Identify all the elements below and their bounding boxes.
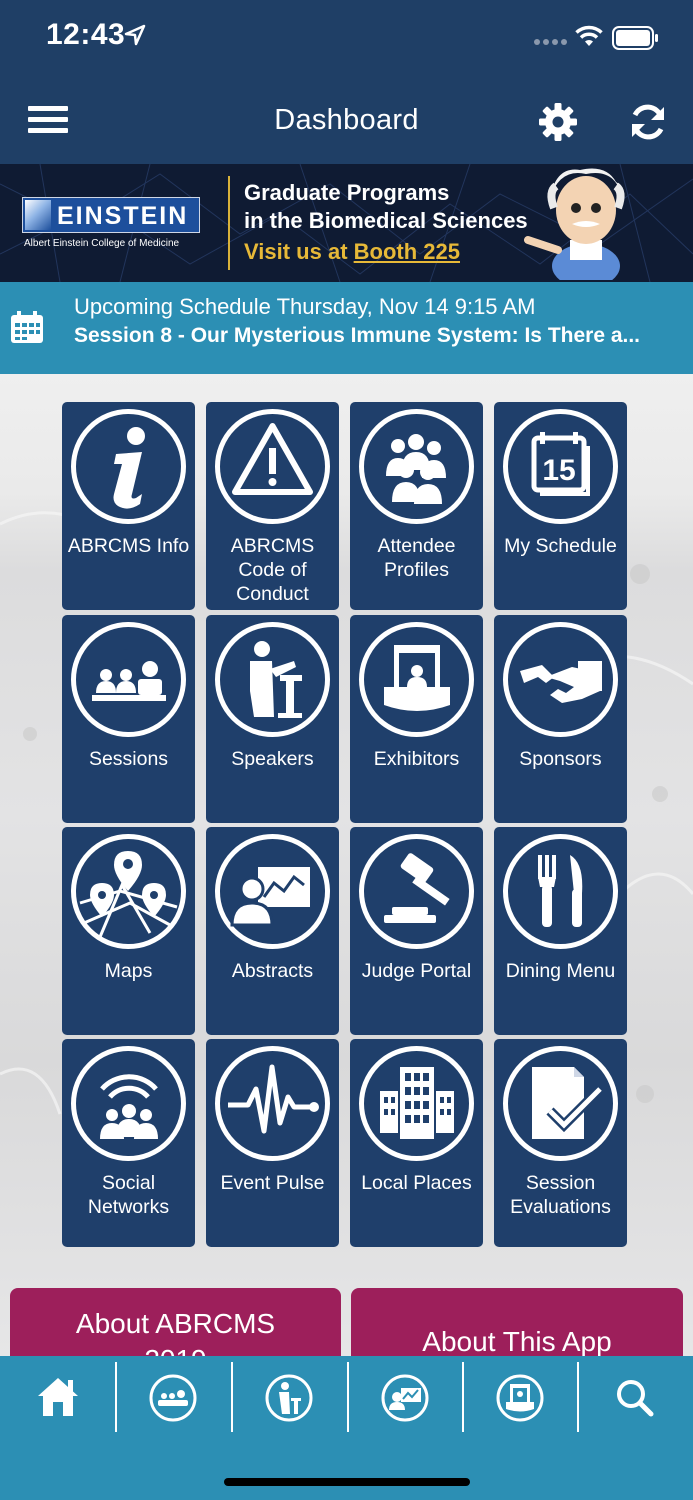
info-icon bbox=[71, 409, 186, 524]
tile-event-pulse[interactable]: Event Pulse bbox=[206, 1039, 339, 1247]
tile-label: ABRCMS Info bbox=[67, 535, 190, 557]
tile-abrcms-info[interactable]: ABRCMS Info bbox=[62, 402, 195, 610]
sponsor-banner[interactable]: EINSTEIN Albert Einstein College of Medi… bbox=[0, 164, 693, 282]
tile-label: Session Evaluations bbox=[510, 1172, 611, 1218]
about-app-label: About This App bbox=[422, 1326, 612, 1357]
tile-session-evaluations[interactable]: Session Evaluations bbox=[494, 1039, 627, 1247]
schedule-session-title: Session 8 - Our Mysterious Immune System… bbox=[74, 324, 641, 347]
tile-label: Sponsors bbox=[519, 748, 602, 770]
banner-booth-text: Visit us at Booth 225 bbox=[244, 239, 460, 264]
home-icon bbox=[38, 1378, 78, 1416]
wifi-icon bbox=[575, 25, 603, 46]
presentation-icon bbox=[215, 834, 330, 949]
tab-home[interactable] bbox=[0, 1356, 115, 1436]
tile-label: ABRCMS Code of Conduct bbox=[230, 535, 315, 605]
social-wifi-icon bbox=[71, 1046, 186, 1161]
exhibitors-tab-icon bbox=[496, 1374, 544, 1422]
upcoming-schedule-bar[interactable]: Upcoming Schedule Thursday, Nov 14 9:15 … bbox=[0, 282, 693, 374]
banner-headline-1: Graduate Programs bbox=[244, 180, 450, 205]
svg-text:15: 15 bbox=[542, 454, 575, 487]
tile-label: Dining Menu bbox=[505, 960, 616, 982]
einstein-cartoon-icon bbox=[524, 168, 625, 280]
speakers-tab-icon bbox=[265, 1374, 313, 1422]
sessions-tab-icon bbox=[149, 1374, 197, 1422]
map-pins-icon bbox=[71, 834, 186, 949]
tab-sessions[interactable] bbox=[117, 1356, 232, 1436]
tile-judge-portal[interactable]: Judge Portal bbox=[350, 827, 483, 1035]
people-icon bbox=[359, 409, 474, 524]
tile-label: Maps bbox=[104, 960, 153, 982]
tile-label: Speakers bbox=[231, 748, 314, 770]
banner-divider bbox=[228, 176, 230, 270]
gavel-icon bbox=[359, 834, 474, 949]
fork-knife-icon bbox=[503, 834, 618, 949]
calendar-small-icon bbox=[11, 311, 43, 343]
status-bar: 12:43 bbox=[0, 0, 693, 78]
tab-search[interactable] bbox=[579, 1356, 693, 1436]
search-icon bbox=[617, 1380, 654, 1417]
tile-local-places[interactable]: Local Places bbox=[350, 1039, 483, 1247]
booth-link[interactable]: Booth 225 bbox=[354, 239, 460, 264]
tile-attendee-profiles[interactable]: Attendee Profiles bbox=[350, 402, 483, 610]
logo-subtitle: Albert Einstein College of Medicine bbox=[24, 238, 180, 249]
page-title: Dashboard bbox=[274, 104, 419, 136]
tile-label: Local Places bbox=[361, 1172, 472, 1194]
tab-speakers[interactable] bbox=[233, 1356, 348, 1436]
status-time: 12:43 bbox=[46, 18, 126, 51]
abstracts-tab-icon bbox=[381, 1374, 429, 1422]
tile-sessions[interactable]: Sessions bbox=[62, 615, 195, 823]
tile-label: Sessions bbox=[88, 748, 169, 770]
pulse-icon bbox=[215, 1046, 330, 1161]
banner-headline-2: in the Biomedical Sciences bbox=[244, 208, 528, 233]
audience-icon bbox=[71, 622, 186, 737]
podium-icon bbox=[215, 622, 330, 737]
evaluation-icon bbox=[503, 1046, 618, 1161]
tile-social-networks[interactable]: Social Networks bbox=[62, 1039, 195, 1247]
tile-exhibitors[interactable]: Exhibitors bbox=[350, 615, 483, 823]
calendar-icon: 15 bbox=[503, 409, 618, 524]
warning-icon bbox=[215, 409, 330, 524]
tile-label: Exhibitors bbox=[373, 748, 460, 770]
tile-maps[interactable]: Maps bbox=[62, 827, 195, 1035]
tile-abstracts[interactable]: Abstracts bbox=[206, 827, 339, 1035]
refresh-icon[interactable] bbox=[626, 100, 670, 144]
handshake-icon bbox=[503, 622, 618, 737]
navigation-bar: Dashboard bbox=[0, 78, 693, 164]
gear-icon[interactable] bbox=[536, 100, 580, 144]
location-arrow-icon bbox=[124, 24, 146, 46]
tile-label: Social Networks bbox=[87, 1172, 170, 1218]
tile-label: Judge Portal bbox=[361, 960, 472, 982]
tile-label: My Schedule bbox=[504, 535, 617, 557]
battery-icon bbox=[612, 26, 658, 50]
dashboard-grid: ABRCMS Info ABRCMS Code of Conduct Atten… bbox=[0, 374, 693, 1356]
building-icon bbox=[359, 1046, 474, 1161]
tab-abstracts[interactable] bbox=[349, 1356, 464, 1436]
about-abrcms-label: About ABRCMS bbox=[75, 1308, 276, 1339]
schedule-datetime: Upcoming Schedule Thursday, Nov 14 9:15 … bbox=[74, 294, 536, 319]
signal-dots-icon bbox=[534, 39, 567, 45]
tile-label: Abstracts bbox=[231, 960, 314, 982]
tile-sponsors[interactable]: Sponsors bbox=[494, 615, 627, 823]
einstein-logo: EINSTEIN bbox=[22, 197, 200, 233]
tile-speakers[interactable]: Speakers bbox=[206, 615, 339, 823]
tile-my-schedule[interactable]: 15 My Schedule bbox=[494, 402, 627, 610]
booth-icon bbox=[359, 622, 474, 737]
tile-dining-menu[interactable]: Dining Menu bbox=[494, 827, 627, 1035]
home-indicator[interactable] bbox=[224, 1478, 470, 1486]
tile-code-of-conduct[interactable]: ABRCMS Code of Conduct bbox=[206, 402, 339, 610]
tile-label: Attendee Profiles bbox=[377, 535, 456, 581]
tab-exhibitors[interactable] bbox=[464, 1356, 579, 1436]
tile-label: Event Pulse bbox=[220, 1172, 325, 1194]
